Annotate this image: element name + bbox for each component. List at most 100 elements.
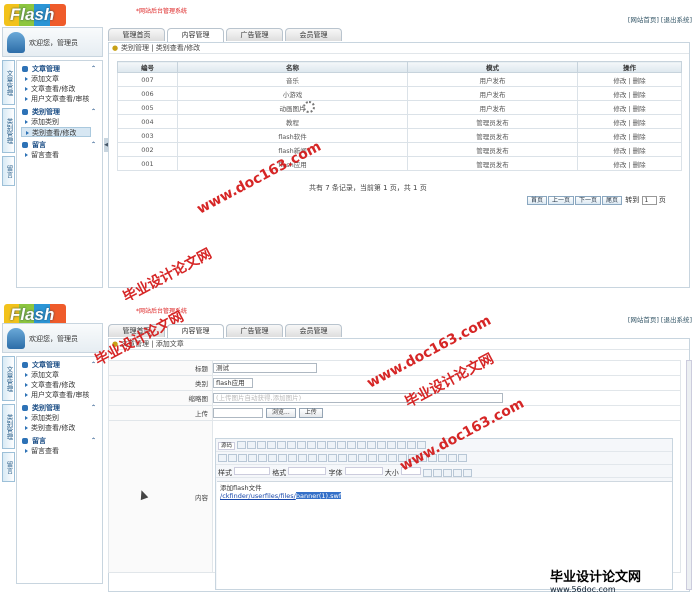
home-link[interactable]: [网站首页] xyxy=(628,316,659,324)
indent-icon[interactable] xyxy=(308,454,317,462)
find-icon[interactable] xyxy=(327,441,337,449)
font-select[interactable] xyxy=(344,467,383,475)
bullet-list-icon[interactable] xyxy=(288,454,297,462)
edit-delete-links[interactable]: 修改 | 删除 xyxy=(577,100,682,115)
copy-icon[interactable] xyxy=(287,441,297,449)
bg-color-icon[interactable] xyxy=(432,469,442,477)
sidebar-item-add-article[interactable]: 添加文章 xyxy=(21,74,98,84)
select-all-icon[interactable] xyxy=(347,441,357,449)
spellcheck-icon[interactable] xyxy=(357,441,367,449)
special-char-icon[interactable] xyxy=(448,454,457,462)
format-select[interactable] xyxy=(288,467,327,475)
sidebar-item-add-category[interactable]: 添加类别 xyxy=(21,117,98,127)
sidebar-group-title[interactable]: 文章管理 ⌃ xyxy=(21,64,98,74)
edit-delete-links[interactable]: 修改 | 删除 xyxy=(577,142,682,157)
page-select[interactable]: 1 xyxy=(641,195,657,205)
collapse-icon[interactable]: ⌃ xyxy=(91,403,96,413)
undo-icon[interactable] xyxy=(307,441,317,449)
tab-members[interactable]: 会员管理 xyxy=(285,324,342,337)
about-icon[interactable] xyxy=(462,469,472,477)
edit-delete-links[interactable]: 修改 | 删除 xyxy=(577,86,682,101)
link-icon[interactable] xyxy=(368,454,377,462)
redo-icon[interactable] xyxy=(317,441,327,449)
save-icon[interactable] xyxy=(237,441,247,449)
collapse-icon[interactable]: ⌃ xyxy=(91,436,96,446)
blockquote-icon[interactable] xyxy=(318,454,327,462)
logout-link[interactable]: [退出系统] xyxy=(661,316,692,324)
strike-icon[interactable] xyxy=(248,454,257,462)
sidebar-item-article-view[interactable]: 文章查看/修改 xyxy=(21,380,98,390)
sidebar-item-article-view[interactable]: 文章查看/修改 xyxy=(21,84,98,94)
tab-home[interactable]: 管理首页 xyxy=(108,28,165,41)
italic-icon[interactable] xyxy=(228,454,237,462)
title-input[interactable]: 测试 xyxy=(213,363,317,373)
logout-link[interactable]: [退出系统] xyxy=(661,16,692,24)
show-blocks-icon[interactable] xyxy=(452,469,462,477)
replace-icon[interactable] xyxy=(337,441,347,449)
unlink-icon[interactable] xyxy=(378,454,387,462)
cut-icon[interactable] xyxy=(277,441,287,449)
vtab-article[interactable]: 文章管理 xyxy=(2,356,15,401)
vtab-category[interactable]: 类别管理 xyxy=(2,108,15,153)
maximize-icon[interactable] xyxy=(442,469,452,477)
checkbox-icon[interactable] xyxy=(377,441,387,449)
content-link[interactable]: /ckfinder/userfiles/files/ xyxy=(220,492,296,500)
sidebar-item-category-view[interactable]: 类别查看/修改 xyxy=(21,423,98,433)
vtab-article[interactable]: 文章管理 xyxy=(2,60,15,105)
file-input[interactable] xyxy=(213,408,263,418)
sidebar-group-title[interactable]: 类别管理 ⌃ xyxy=(21,107,98,117)
preview-icon[interactable] xyxy=(257,441,267,449)
home-link[interactable]: [网站首页] xyxy=(628,16,659,24)
collapse-icon[interactable]: ⌃ xyxy=(91,107,96,117)
edit-delete-links[interactable]: 修改 | 删除 xyxy=(577,72,682,87)
content-link-selected[interactable]: banner(1).swf xyxy=(295,492,342,500)
bold-icon[interactable] xyxy=(218,454,227,462)
sidebar-group-title[interactable]: 类别管理 ⌃ xyxy=(21,403,98,413)
edit-delete-links[interactable]: 修改 | 删除 xyxy=(577,114,682,129)
sidebar-item-user-article-review[interactable]: 用户文章查看/审核 xyxy=(21,94,98,104)
collapse-icon[interactable]: ⌃ xyxy=(91,140,96,150)
collapse-icon[interactable]: ⌃ xyxy=(91,64,96,74)
vertical-scrollbar[interactable] xyxy=(686,360,692,590)
edit-delete-links[interactable]: 修改 | 删除 xyxy=(577,128,682,143)
sidebar-item-message-view[interactable]: 留言查看 xyxy=(21,446,98,456)
vtab-category[interactable]: 类别管理 xyxy=(2,404,15,449)
prev-page-button[interactable]: 上一页 xyxy=(548,196,575,205)
edit-delete-links[interactable]: 修改 | 删除 xyxy=(577,156,682,171)
next-page-button[interactable]: 下一页 xyxy=(575,196,602,205)
vtab-message[interactable]: 留言 xyxy=(2,156,15,186)
browse-button[interactable]: 浏览... xyxy=(266,408,296,418)
sidebar-item-add-article[interactable]: 添加文章 xyxy=(21,370,98,380)
new-page-icon[interactable] xyxy=(247,441,257,449)
justify-icon[interactable] xyxy=(358,454,367,462)
sidebar-item-add-category[interactable]: 添加类别 xyxy=(21,413,98,423)
align-left-icon[interactable] xyxy=(328,454,337,462)
last-page-button[interactable]: 尾页 xyxy=(602,196,623,205)
tab-members[interactable]: 会员管理 xyxy=(285,28,342,41)
button-icon[interactable] xyxy=(407,441,417,449)
radio-icon[interactable] xyxy=(387,441,397,449)
category-select[interactable]: flash应用 xyxy=(213,378,253,388)
sidebar-item-category-view[interactable]: 类别查看/修改 xyxy=(21,127,91,137)
subscript-icon[interactable] xyxy=(258,454,267,462)
paste-icon[interactable] xyxy=(297,441,307,449)
sidebar-group-title[interactable]: 留言 ⌃ xyxy=(21,140,98,150)
sidebar-item-message-view[interactable]: 留言查看 xyxy=(21,150,98,160)
sidebar-item-user-article-review[interactable]: 用户文章查看/审核 xyxy=(21,390,98,400)
outdent-icon[interactable] xyxy=(298,454,307,462)
style-select[interactable] xyxy=(234,467,271,475)
textfield-icon[interactable] xyxy=(397,441,407,449)
tab-content[interactable]: 内容管理 xyxy=(167,324,224,338)
superscript-icon[interactable] xyxy=(268,454,277,462)
sidebar-group-title[interactable]: 文章管理 ⌃ xyxy=(21,360,98,370)
source-button[interactable]: 源码 xyxy=(218,442,236,450)
pagebreak-icon[interactable] xyxy=(458,454,467,462)
print-icon[interactable] xyxy=(267,441,277,449)
vtab-message[interactable]: 留言 xyxy=(2,452,15,482)
thumb-input[interactable]: (上传图片自动获得,添加图片) xyxy=(213,393,503,403)
tab-ads[interactable]: 广告管理 xyxy=(226,324,283,337)
text-color-icon[interactable] xyxy=(422,469,432,477)
underline-icon[interactable] xyxy=(238,454,247,462)
anchor-icon[interactable] xyxy=(388,454,397,462)
tab-ads[interactable]: 广告管理 xyxy=(226,28,283,41)
